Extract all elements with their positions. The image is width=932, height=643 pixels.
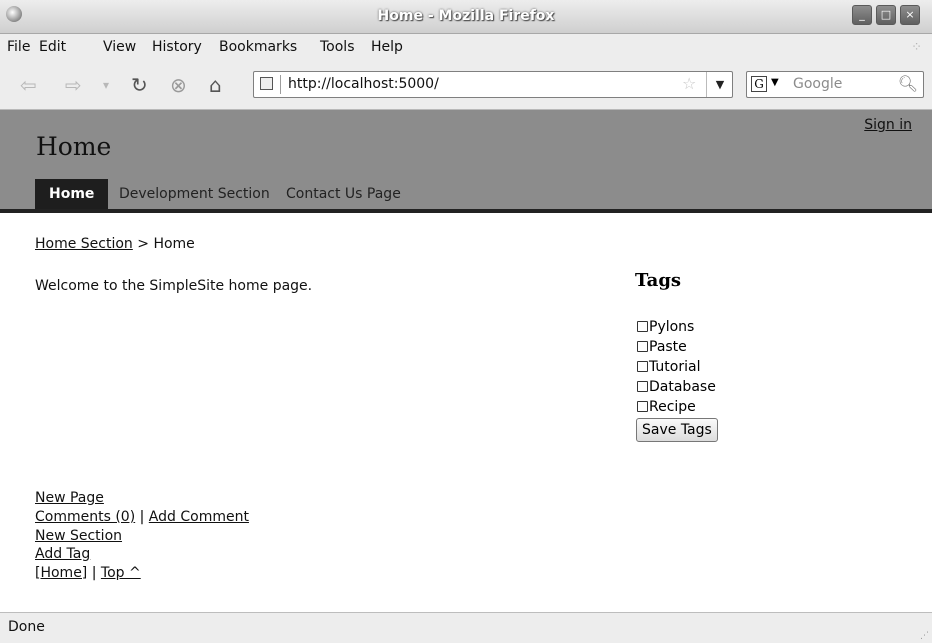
window-title: Home - Mozilla Firefox [377,8,555,24]
tag-label: Pylons [649,319,695,335]
back-icon[interactable]: ⇦ [20,73,37,97]
minimize-button[interactable]: _ [852,5,872,25]
footer-line: Comments (0) | Add Comment [35,508,249,527]
site-identity-icon[interactable] [260,77,273,90]
search-engine-icon[interactable]: G [751,76,767,92]
menu-bookmarks[interactable]: Bookmarks [219,39,297,55]
welcome-text: Welcome to the SimpleSite home page. [35,278,313,294]
tag-checkbox[interactable] [637,401,648,412]
tag-label: Recipe [649,399,696,415]
tag-label: Database [649,379,716,395]
menu-edit[interactable]: Edit [39,39,66,55]
home-icon[interactable]: ⌂ [209,73,222,97]
breadcrumb-home-section-link[interactable]: Home Section [35,236,133,252]
url-divider [280,75,281,94]
save-tags-button[interactable]: Save Tags [636,418,718,442]
url-dropdown-icon[interactable]: ▼ [706,72,733,97]
top-link[interactable]: Top ^ [101,565,141,581]
menu-view[interactable]: View [103,39,136,55]
tags-heading: Tags [635,270,682,291]
url-text[interactable]: http://localhost:5000/ [288,76,439,92]
tag-item[interactable]: Paste [637,337,687,357]
status-bar: Done ⋰ [0,612,932,643]
breadcrumb-separator: > [137,236,149,252]
tab-contact-us-page[interactable]: Contact Us Page [272,179,415,209]
menubar: File Edit View History Bookmarks Tools H… [0,34,932,61]
footer-line: New Page [35,489,104,508]
tag-checkbox[interactable] [637,361,648,372]
footer-separator: | [91,565,97,581]
home-link[interactable]: [Home] [35,565,87,581]
url-bar[interactable]: http://localhost:5000/ ☆ ▼ [253,71,733,98]
footer-separator: | [139,509,145,525]
search-go-icon[interactable]: 🔍︎ [898,74,918,93]
tab-home[interactable]: Home [35,179,109,209]
tab-development-section[interactable]: Development Section [105,179,284,209]
maximize-button[interactable]: □ [876,5,896,25]
breadcrumb-current: Home [153,236,195,252]
tag-item[interactable]: Tutorial [637,357,700,377]
search-bar[interactable]: G ▼ Google 🔍︎ [746,71,924,98]
stop-icon[interactable]: ⊗ [170,73,187,97]
resize-grip-icon[interactable]: ⋰ [920,631,929,641]
status-text: Done [8,619,45,635]
bookmark-star-icon[interactable]: ☆ [682,74,696,93]
comments-link[interactable]: Comments (0) [35,509,135,525]
breadcrumb: Home Section > Home [35,236,195,252]
history-dropdown-icon[interactable]: ▾ [103,73,109,97]
navigation-toolbar: ⇦ ⇨ ▾ ↻ ⊗ ⌂ http://localhost:5000/ ☆ ▼ G… [0,61,932,110]
search-engine-dropdown-icon[interactable]: ▼ [771,77,779,88]
tag-item[interactable]: Recipe [637,397,696,417]
menu-tools[interactable]: Tools [320,39,355,55]
menu-file[interactable]: File [7,39,30,55]
menu-help[interactable]: Help [371,39,403,55]
footer-line: [Home] | Top ^ [35,564,141,583]
tag-item[interactable]: Database [637,377,716,397]
close-button[interactable]: × [900,5,920,25]
tag-label: Paste [649,339,687,355]
window-titlebar: Home - Mozilla Firefox _ □ × [0,0,932,34]
sign-in-link[interactable]: Sign in [864,117,912,133]
throbber-icon: ⁘ [911,40,922,55]
new-page-link[interactable]: New Page [35,490,104,506]
reload-icon[interactable]: ↻ [131,73,148,97]
new-section-link[interactable]: New Section [35,528,122,544]
site-header: Home Sign in Home Development Section Co… [0,110,932,213]
footer-line: Add Tag [35,545,90,564]
footer-line: New Section [35,527,122,546]
tag-checkbox[interactable] [637,341,648,352]
tag-checkbox[interactable] [637,321,648,332]
add-tag-link[interactable]: Add Tag [35,546,90,562]
site-title: Home [36,132,112,161]
tag-item[interactable]: Pylons [637,317,694,337]
menu-history[interactable]: History [152,39,202,55]
tag-label: Tutorial [649,359,701,375]
search-placeholder[interactable]: Google [793,76,842,92]
tag-checkbox[interactable] [637,381,648,392]
forward-icon[interactable]: ⇨ [65,73,82,97]
add-comment-link[interactable]: Add Comment [149,509,249,525]
